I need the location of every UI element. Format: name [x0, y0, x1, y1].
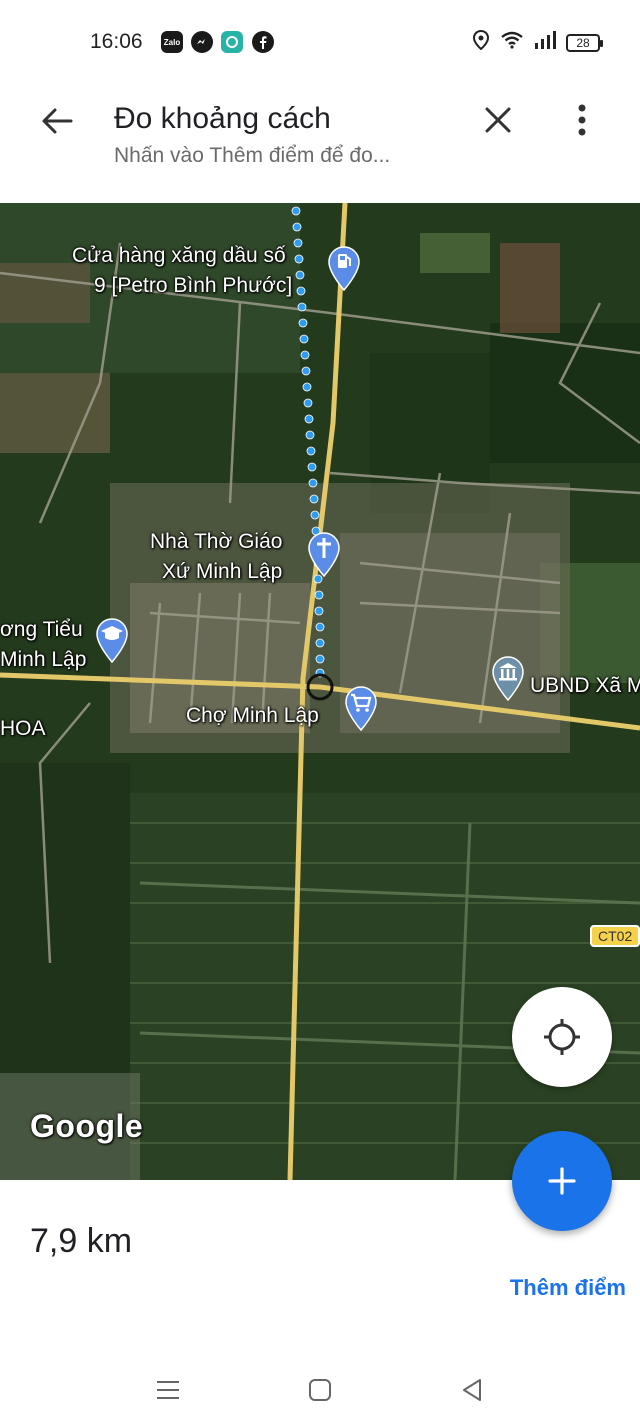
home-button[interactable]	[298, 1368, 342, 1412]
home-square-icon	[309, 1379, 331, 1401]
poi-gas-station-label-1[interactable]: Cửa hàng xăng dầu số	[72, 243, 286, 269]
facebook-icon	[252, 31, 274, 53]
road-shield-ct02: CT02	[590, 925, 640, 947]
close-icon	[485, 107, 511, 133]
gas-station-pin-icon[interactable]	[326, 245, 362, 291]
battery-indicator: 28	[566, 33, 603, 52]
close-button[interactable]	[474, 96, 522, 144]
zalo-icon: Zalo	[161, 31, 183, 53]
more-options-button[interactable]	[560, 96, 604, 144]
app-header: Đo khoảng cách Nhấn vào Thêm điểm để đo.…	[0, 80, 640, 203]
chat-icon	[221, 31, 243, 53]
school-pin-icon[interactable]	[94, 617, 130, 663]
google-logo: Google	[30, 1108, 144, 1144]
poi-church-label-2[interactable]: Xứ Minh Lập	[162, 559, 282, 585]
shopping-cart-pin-icon[interactable]	[343, 685, 379, 731]
messenger-icon	[191, 31, 213, 53]
poi-school-label-1[interactable]: ơng Tiểu	[0, 617, 83, 643]
back-button[interactable]	[34, 98, 80, 144]
arrow-left-icon	[42, 108, 73, 134]
government-pin-icon[interactable]	[490, 655, 526, 701]
poi-church-label-1[interactable]: Nhà Thờ Giáo	[150, 529, 282, 555]
status-bar: 16:06 Zalo 28	[0, 0, 640, 80]
wifi-icon	[500, 31, 524, 54]
recent-apps-button[interactable]	[146, 1368, 190, 1412]
menu-icon	[157, 1381, 179, 1399]
my-location-button[interactable]	[512, 987, 612, 1087]
poi-gas-station-label-2[interactable]: 9 [Petro Bình Phước]	[94, 273, 292, 299]
location-icon	[472, 29, 490, 55]
church-pin-icon[interactable]	[306, 531, 342, 577]
poi-market-label[interactable]: Chợ Minh Lập	[186, 703, 319, 729]
page-title: Đo khoảng cách	[114, 102, 331, 135]
satellite-map[interactable]: Cửa hàng xăng dầu số 9 [Petro Bình Phước…	[0, 203, 640, 1180]
add-point-fab[interactable]	[512, 1131, 612, 1231]
status-indicators: 28	[472, 29, 603, 55]
more-vert-icon	[578, 104, 586, 136]
triangle-back-icon	[463, 1379, 481, 1401]
plus-icon	[548, 1167, 576, 1195]
system-navigation-bar	[0, 1360, 640, 1421]
my-location-icon	[544, 1019, 580, 1055]
poi-committee-label[interactable]: UBND Xã M	[530, 673, 640, 699]
status-time: 16:06	[90, 30, 143, 53]
page-subtitle: Nhấn vào Thêm điểm để đo...	[114, 144, 391, 167]
add-point-button[interactable]: Thêm điểm	[510, 1275, 626, 1301]
poi-school-label-2[interactable]: Minh Lập	[0, 647, 86, 673]
distance-value: 7,9 km	[30, 1222, 133, 1260]
area-label-hoa: HOA	[0, 717, 46, 740]
back-nav-button[interactable]	[450, 1368, 494, 1412]
signal-icon	[534, 31, 556, 54]
